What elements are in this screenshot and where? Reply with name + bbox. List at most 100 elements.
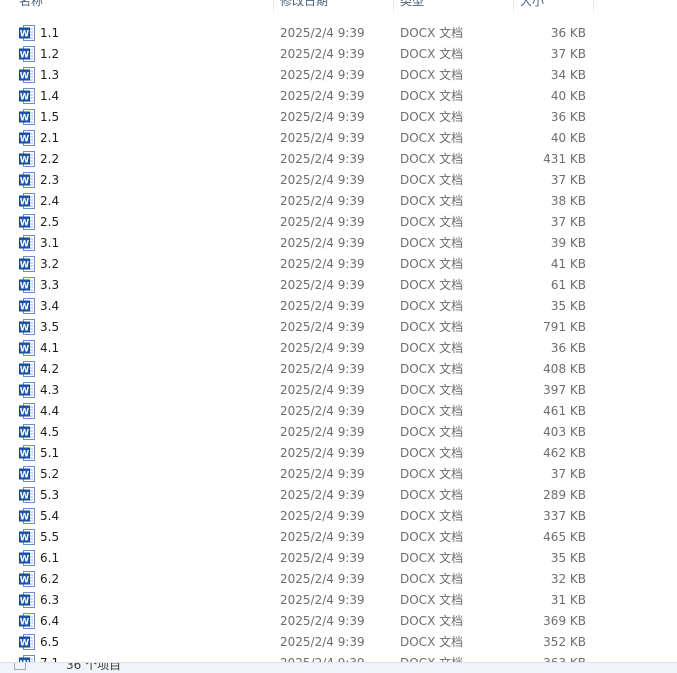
file-row[interactable]: W 5.2 2025/2/4 9:39 DOCX 文档 37 KB: [0, 464, 677, 485]
file-row[interactable]: W 1.4 2025/2/4 9:39 DOCX 文档 40 KB: [0, 86, 677, 107]
file-date: 2025/2/4 9:39: [280, 530, 365, 544]
svg-text:W: W: [20, 219, 30, 229]
file-row[interactable]: W 3.4 2025/2/4 9:39 DOCX 文档 35 KB: [0, 296, 677, 317]
word-document-icon: W: [19, 151, 35, 167]
file-date: 2025/2/4 9:39: [280, 320, 365, 334]
file-name: 6.4: [40, 614, 60, 628]
file-name: 6.5: [40, 635, 60, 649]
file-row[interactable]: W 1.2 2025/2/4 9:39 DOCX 文档 37 KB: [0, 44, 677, 65]
file-type: DOCX 文档: [400, 173, 464, 187]
file-date: 2025/2/4 9:39: [280, 89, 365, 103]
file-row[interactable]: W 3.2 2025/2/4 9:39 DOCX 文档 41 KB: [0, 254, 677, 275]
file-row[interactable]: W 2.2 2025/2/4 9:39 DOCX 文档 431 KB: [0, 149, 677, 170]
file-size: 36 KB: [550, 110, 586, 124]
details-view-icon[interactable]: [14, 663, 26, 670]
word-document-icon: W: [19, 46, 35, 62]
file-row[interactable]: W 3.5 2025/2/4 9:39 DOCX 文档 791 KB: [0, 317, 677, 338]
file-list: W 1.1 2025/2/4 9:39 DOCX 文档 36 KB W 1.2 …: [0, 23, 677, 663]
word-document-icon: W: [19, 214, 35, 230]
file-row[interactable]: W 4.4 2025/2/4 9:39 DOCX 文档 461 KB: [0, 401, 677, 422]
svg-text:W: W: [20, 618, 30, 628]
file-type: DOCX 文档: [400, 236, 464, 250]
file-type: DOCX 文档: [400, 404, 464, 418]
column-header-date[interactable]: 修改日期: [274, 0, 394, 12]
file-size: 369 KB: [543, 614, 586, 628]
file-date: 2025/2/4 9:39: [280, 68, 365, 82]
file-size: 35 KB: [550, 551, 586, 565]
file-row[interactable]: W 5.3 2025/2/4 9:39 DOCX 文档 289 KB: [0, 485, 677, 506]
file-date: 2025/2/4 9:39: [280, 383, 365, 397]
file-size: 40 KB: [550, 89, 586, 103]
file-size: 32 KB: [550, 572, 586, 586]
file-row[interactable]: W 2.4 2025/2/4 9:39 DOCX 文档 38 KB: [0, 191, 677, 212]
file-date: 2025/2/4 9:39: [280, 614, 365, 628]
svg-text:W: W: [20, 345, 30, 355]
file-row[interactable]: W 5.5 2025/2/4 9:39 DOCX 文档 465 KB: [0, 527, 677, 548]
file-date: 2025/2/4 9:39: [280, 404, 365, 418]
column-header-size[interactable]: 大小: [514, 0, 594, 12]
file-type: DOCX 文档: [400, 257, 464, 271]
file-type: DOCX 文档: [400, 614, 464, 628]
svg-text:W: W: [20, 639, 30, 649]
file-size: 465 KB: [543, 530, 586, 544]
file-explorer-window: 名称 修改日期 类型 大小 W 1.1 2025/2/4 9:39 DOCX 文…: [0, 0, 677, 673]
file-date: 2025/2/4 9:39: [280, 446, 365, 460]
file-date: 2025/2/4 9:39: [280, 257, 365, 271]
file-name: 1.4: [40, 89, 60, 103]
file-size: 39 KB: [550, 236, 586, 250]
column-header-name[interactable]: 名称: [0, 0, 274, 12]
file-name: 1.3: [40, 68, 60, 82]
word-document-icon: W: [19, 571, 35, 587]
file-type: DOCX 文档: [400, 593, 464, 607]
word-document-icon: W: [19, 508, 35, 524]
svg-text:W: W: [20, 282, 30, 292]
file-name: 4.5: [40, 425, 60, 439]
file-name: 4.4: [40, 404, 60, 418]
file-type: DOCX 文档: [400, 383, 464, 397]
file-date: 2025/2/4 9:39: [280, 131, 365, 145]
file-size: 397 KB: [543, 383, 586, 397]
column-header-type[interactable]: 类型: [394, 0, 514, 12]
svg-text:W: W: [20, 261, 30, 271]
word-document-icon: W: [19, 193, 35, 209]
file-size: 461 KB: [543, 404, 586, 418]
file-row[interactable]: W 1.1 2025/2/4 9:39 DOCX 文档 36 KB: [0, 23, 677, 44]
file-name: 1.5: [40, 110, 60, 124]
file-row[interactable]: W 2.5 2025/2/4 9:39 DOCX 文档 37 KB: [0, 212, 677, 233]
file-name: 2.4: [40, 194, 60, 208]
file-row[interactable]: W 3.3 2025/2/4 9:39 DOCX 文档 61 KB: [0, 275, 677, 296]
file-row[interactable]: W 4.2 2025/2/4 9:39 DOCX 文档 408 KB: [0, 359, 677, 380]
word-document-icon: W: [19, 403, 35, 419]
file-row[interactable]: W 2.1 2025/2/4 9:39 DOCX 文档 40 KB: [0, 128, 677, 149]
file-row[interactable]: W 2.3 2025/2/4 9:39 DOCX 文档 37 KB: [0, 170, 677, 191]
word-document-icon: W: [19, 130, 35, 146]
file-row[interactable]: W 6.1 2025/2/4 9:39 DOCX 文档 35 KB: [0, 548, 677, 569]
file-row[interactable]: W 4.3 2025/2/4 9:39 DOCX 文档 397 KB: [0, 380, 677, 401]
item-count: 36 个项目: [66, 662, 122, 672]
file-size: 37 KB: [550, 215, 586, 229]
file-row[interactable]: W 5.1 2025/2/4 9:39 DOCX 文档 462 KB: [0, 443, 677, 464]
svg-text:W: W: [20, 135, 30, 145]
file-name: 2.3: [40, 173, 60, 187]
file-row[interactable]: W 6.5 2025/2/4 9:39 DOCX 文档 352 KB: [0, 632, 677, 653]
file-size: 61 KB: [550, 278, 586, 292]
file-type: DOCX 文档: [400, 152, 464, 166]
file-type: DOCX 文档: [400, 425, 464, 439]
file-row[interactable]: W 6.2 2025/2/4 9:39 DOCX 文档 32 KB: [0, 569, 677, 590]
file-row[interactable]: W 6.4 2025/2/4 9:39 DOCX 文档 369 KB: [0, 611, 677, 632]
file-row[interactable]: W 1.3 2025/2/4 9:39 DOCX 文档 34 KB: [0, 65, 677, 86]
file-row[interactable]: W 4.5 2025/2/4 9:39 DOCX 文档 403 KB: [0, 422, 677, 443]
svg-text:W: W: [20, 93, 30, 103]
file-name: 4.3: [40, 383, 60, 397]
file-row[interactable]: W 3.1 2025/2/4 9:39 DOCX 文档 39 KB: [0, 233, 677, 254]
file-name: 6.3: [40, 593, 60, 607]
word-document-icon: W: [19, 298, 35, 314]
file-row[interactable]: W 5.4 2025/2/4 9:39 DOCX 文档 337 KB: [0, 506, 677, 527]
file-row[interactable]: W 1.5 2025/2/4 9:39 DOCX 文档 36 KB: [0, 107, 677, 128]
file-size: 462 KB: [543, 446, 586, 460]
file-row[interactable]: W 4.1 2025/2/4 9:39 DOCX 文档 36 KB: [0, 338, 677, 359]
file-row[interactable]: W 6.3 2025/2/4 9:39 DOCX 文档 31 KB: [0, 590, 677, 611]
file-date: 2025/2/4 9:39: [280, 425, 365, 439]
file-type: DOCX 文档: [400, 26, 464, 40]
file-size: 403 KB: [543, 425, 586, 439]
